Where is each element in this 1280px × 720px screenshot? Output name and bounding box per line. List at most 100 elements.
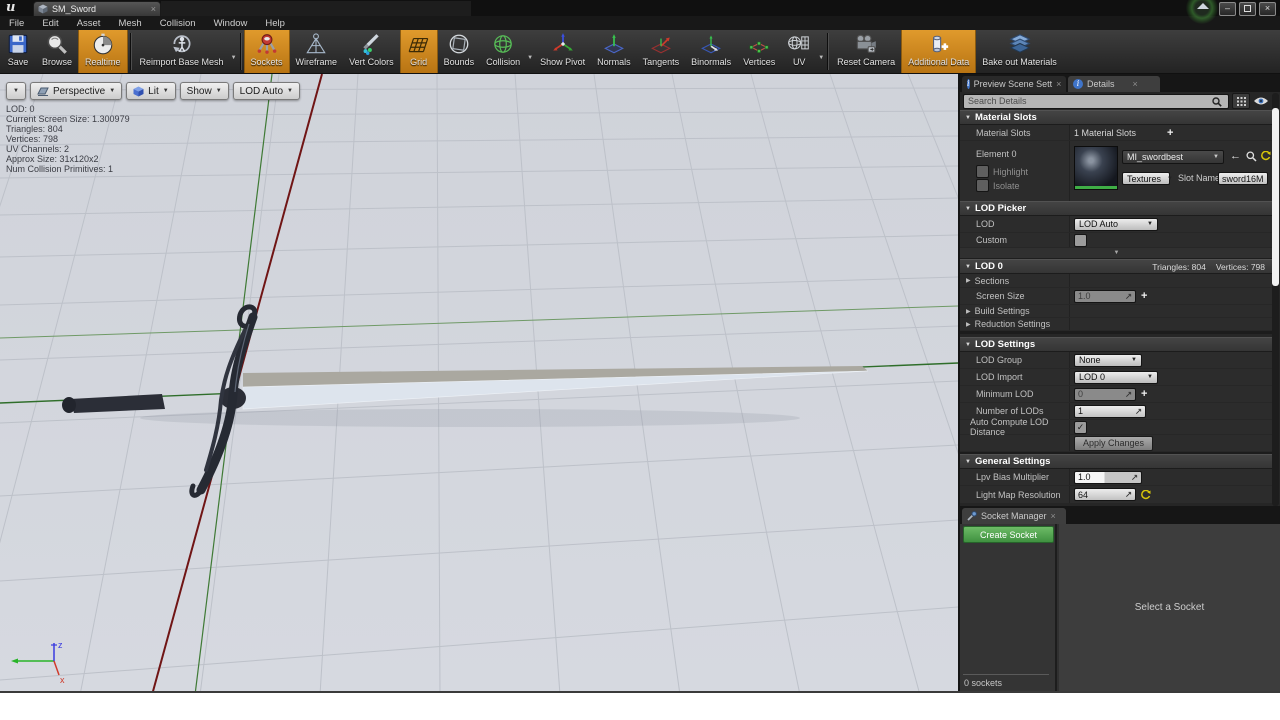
menu-mesh[interactable]: Mesh bbox=[109, 18, 150, 29]
binormals-toggle[interactable]: Binormals bbox=[685, 30, 737, 73]
show-button[interactable]: Show ▼ bbox=[179, 82, 229, 100]
material-select-dropdown[interactable]: MI_swordbest ▼ bbox=[1122, 150, 1224, 164]
reimport-dropdown-arrow[interactable]: ▼ bbox=[231, 43, 237, 61]
isolate-checkbox[interactable] bbox=[976, 179, 989, 192]
3d-viewport[interactable]: ▼ Perspective ▼ Lit ▼ Show ▼ LOD Auto ▼ LOD:… bbox=[0, 74, 960, 691]
reduction-settings-row[interactable]: ▶ Reduction Settings bbox=[960, 318, 1273, 331]
stat-lod: LOD: 0 bbox=[6, 104, 35, 114]
use-selected-arrow-icon[interactable]: ← bbox=[1230, 149, 1241, 163]
category-lod0[interactable]: ▼ LOD 0 Triangles: 804 Vertices: 798 bbox=[960, 259, 1273, 274]
grid-icon bbox=[408, 37, 428, 53]
sword-mesh bbox=[62, 304, 869, 498]
add-minimum-lod-button[interactable]: + bbox=[1141, 389, 1147, 400]
highlight-checkbox[interactable] bbox=[976, 165, 989, 178]
tab-close-icon[interactable]: × bbox=[1133, 79, 1138, 89]
auto-compute-lod-checkbox[interactable]: ✓ bbox=[1074, 420, 1087, 434]
custom-checkbox[interactable] bbox=[1074, 233, 1087, 247]
stat-screen-size: Current Screen Size: 1.300979 bbox=[6, 114, 130, 124]
asset-tab-sm-sword[interactable]: SM_Sword × bbox=[33, 1, 161, 16]
lightmap-resolution-spinbox[interactable]: 64 bbox=[1074, 488, 1136, 501]
normals-toggle[interactable]: Normals bbox=[591, 30, 637, 73]
menu-help[interactable]: Help bbox=[256, 18, 294, 29]
category-general-settings[interactable]: ▼ General Settings bbox=[960, 454, 1273, 469]
add-material-slot-button[interactable]: + bbox=[1167, 127, 1173, 138]
sockets-toggle[interactable]: Sockets bbox=[243, 30, 290, 73]
bake-out-materials-button[interactable]: Bake out Materials bbox=[976, 30, 1063, 73]
tangents-toggle[interactable]: Tangents bbox=[637, 30, 686, 73]
restore-button[interactable] bbox=[1239, 2, 1256, 16]
minimum-lod-spinbox[interactable]: 0 bbox=[1074, 387, 1136, 401]
toolbar-separator bbox=[239, 33, 242, 70]
lod-picker-dropdown[interactable]: LOD Auto ▼ bbox=[1074, 217, 1158, 231]
lit-button[interactable]: Lit ▼ bbox=[126, 82, 176, 100]
perspective-button[interactable]: Perspective ▼ bbox=[29, 82, 123, 100]
bounds-toggle[interactable]: Bounds bbox=[438, 30, 481, 73]
tab-close-icon[interactable]: × bbox=[151, 4, 156, 14]
lod-auto-button[interactable]: LOD Auto ▼ bbox=[232, 82, 300, 100]
material-thumbnail[interactable] bbox=[1074, 146, 1118, 190]
sections-row[interactable]: ▶ Sections bbox=[960, 274, 1273, 288]
wireframe-toggle[interactable]: Wireframe bbox=[290, 30, 344, 73]
show-pivot-toggle[interactable]: Show Pivot bbox=[534, 30, 591, 73]
reset-to-default-icon[interactable] bbox=[1261, 151, 1271, 161]
slot-name-label: Slot Name bbox=[1178, 173, 1221, 183]
search-details-input[interactable] bbox=[963, 93, 1230, 109]
additional-data-icon bbox=[932, 35, 948, 53]
tab-close-icon[interactable]: × bbox=[1051, 511, 1056, 521]
textures-filter-dropdown[interactable]: Textures ▼ bbox=[1122, 172, 1173, 185]
tab-close-icon[interactable]: × bbox=[1056, 79, 1061, 89]
uv-toggle[interactable]: UV bbox=[781, 30, 817, 73]
advanced-expander[interactable]: ▼ bbox=[960, 248, 1273, 259]
grid-view-button[interactable] bbox=[1232, 93, 1251, 109]
menu-file[interactable]: File bbox=[0, 18, 33, 29]
uv-dropdown-arrow[interactable]: ▼ bbox=[818, 43, 824, 61]
custom-row: Custom bbox=[960, 233, 1273, 248]
reset-camera-button[interactable]: Reset Camera bbox=[831, 30, 901, 73]
apply-changes-button[interactable]: Apply Changes bbox=[1074, 435, 1154, 451]
collision-toggle[interactable]: Collision bbox=[480, 30, 526, 73]
tab-socket-manager[interactable]: Socket Manager × bbox=[962, 508, 1066, 524]
add-screen-size-button[interactable]: + bbox=[1141, 291, 1147, 302]
collision-dropdown-arrow[interactable]: ▼ bbox=[527, 43, 533, 61]
create-socket-button[interactable]: Create Socket bbox=[963, 526, 1054, 543]
minimize-button[interactable]: – bbox=[1219, 2, 1236, 16]
category-lod-picker[interactable]: ▼ LOD Picker bbox=[960, 201, 1273, 216]
vertices-toggle[interactable]: Vertices bbox=[737, 30, 781, 73]
reimport-icon bbox=[172, 35, 191, 53]
category-material-slots[interactable]: ▼ Material Slots bbox=[960, 110, 1273, 125]
lod-import-dropdown[interactable]: LOD 0 ▼ bbox=[1074, 370, 1158, 384]
lit-icon bbox=[133, 86, 144, 96]
close-button[interactable]: × bbox=[1259, 2, 1276, 16]
tab-preview-scene-settings[interactable]: i Preview Scene Sett × bbox=[962, 76, 1066, 92]
additional-data-toggle[interactable]: Additional Data bbox=[901, 30, 977, 73]
vert-colors-toggle[interactable]: Vert Colors bbox=[343, 30, 400, 73]
reimport-base-mesh-button[interactable]: Reimport Base Mesh bbox=[134, 30, 230, 73]
browse-to-asset-icon[interactable] bbox=[1246, 151, 1257, 162]
realtime-toggle[interactable]: Realtime bbox=[78, 30, 128, 73]
realtime-icon bbox=[93, 33, 113, 55]
build-settings-row[interactable]: ▶ Build Settings bbox=[960, 305, 1273, 318]
reset-to-default-icon[interactable] bbox=[1141, 489, 1151, 500]
grid-toggle[interactable]: Grid bbox=[399, 30, 438, 73]
normals-icon bbox=[603, 34, 624, 54]
lpv-bias-spinbox[interactable]: 1.0 bbox=[1074, 470, 1142, 484]
browse-button[interactable]: Browse bbox=[36, 30, 78, 73]
details-scrollbar-thumb[interactable] bbox=[1272, 108, 1279, 286]
save-button[interactable]: Save bbox=[0, 30, 36, 73]
menu-collision[interactable]: Collision bbox=[151, 18, 205, 29]
tab-details[interactable]: i Details × bbox=[1068, 76, 1160, 92]
slot-name-field[interactable]: sword16M bbox=[1218, 172, 1268, 185]
menu-window[interactable]: Window bbox=[205, 18, 257, 29]
number-of-lods-spinbox[interactable]: 1 bbox=[1074, 404, 1146, 418]
sockets-icon bbox=[257, 34, 276, 54]
screen-size-spinbox[interactable]: 1.0 bbox=[1074, 289, 1136, 303]
search-icon bbox=[1212, 97, 1222, 107]
menu-asset[interactable]: Asset bbox=[68, 18, 110, 29]
right-panel: i Preview Scene Sett × i Details × ▼ bbox=[960, 74, 1280, 691]
socket-list[interactable]: Create Socket 0 sockets bbox=[960, 524, 1057, 691]
wireframe-icon bbox=[306, 33, 327, 54]
category-lod-settings[interactable]: ▼ LOD Settings bbox=[960, 337, 1273, 352]
viewport-options-button[interactable]: ▼ bbox=[6, 82, 26, 100]
lod-group-dropdown[interactable]: None ▼ bbox=[1074, 353, 1142, 367]
menu-edit[interactable]: Edit bbox=[33, 18, 67, 29]
